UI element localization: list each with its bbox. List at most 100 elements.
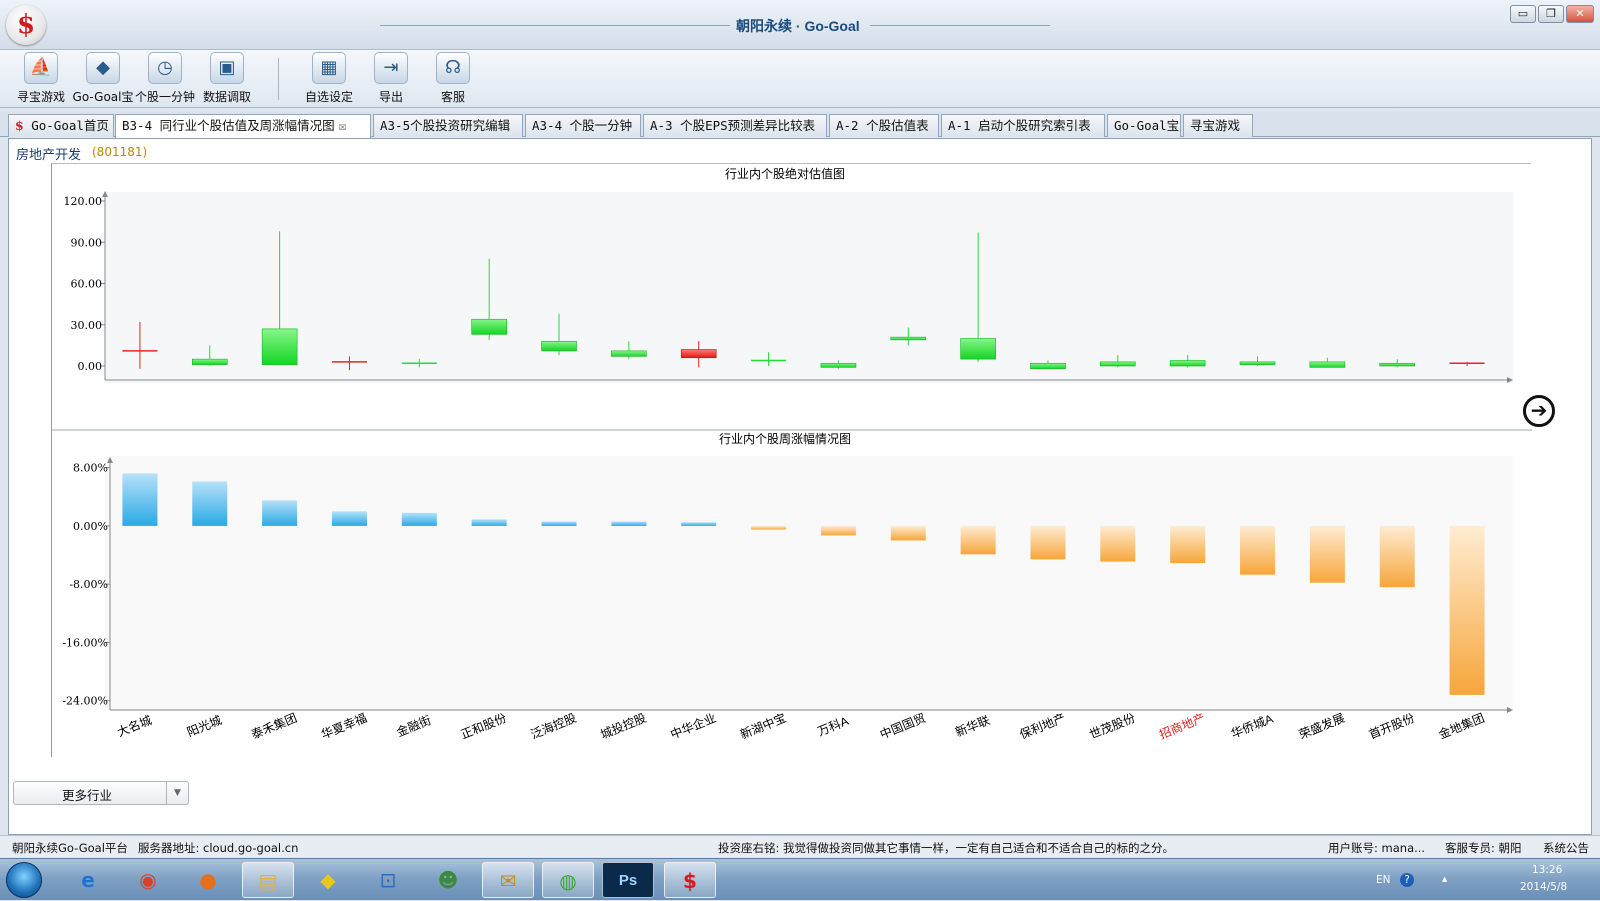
help-icon[interactable]: ? (1400, 873, 1414, 887)
weekly-change-bar (192, 481, 228, 526)
tool-gogoal-bao[interactable]: ◆ Go-Goal宝 (70, 52, 136, 105)
close-button[interactable]: ✕ (1566, 5, 1594, 23)
status-server: 服务器地址: cloud.go-goal.cn (138, 841, 299, 855)
title-divider-left (380, 25, 730, 26)
candle-body (611, 350, 647, 357)
weekly-y-tick-label: 0.00% (73, 520, 108, 533)
tab-investment-research-edit[interactable]: A3-5个股投资研究编辑 (373, 114, 523, 137)
close-tab-icon[interactable]: ☒ (339, 118, 347, 133)
clock-time[interactable]: 13:26 (1532, 864, 1562, 876)
weekly-category-label: 正和股份 (459, 711, 509, 742)
tab-label: A-2 个股估值表 (836, 118, 929, 133)
weekly-change-bar (681, 522, 717, 526)
treasure-icon: ⛵ (24, 52, 58, 84)
weekly-category-label: 城投控股 (598, 710, 648, 742)
tab-label: B3-4 同行业个股估值及周涨幅情况图 (122, 118, 335, 133)
weekly-y-tick-label: -8.00% (69, 578, 108, 591)
tab-industry-valuation[interactable]: B3-4 同行业个股估值及周涨幅情况图 ☒ (115, 114, 371, 138)
firefox-icon[interactable]: ● (182, 862, 234, 898)
candle-body (820, 362, 857, 368)
tray-expand-icon[interactable]: ▴ (1442, 873, 1447, 885)
sector-code: (801181) (92, 145, 148, 159)
weekly-category-label: 新湖中宝 (738, 710, 788, 742)
weekly-change-bar (1100, 525, 1136, 562)
tab-eps-forecast[interactable]: A-3 个股EPS预测差异比较表 (643, 114, 827, 137)
mail-icon[interactable]: ✉ (482, 862, 534, 898)
tab-gogoal-home[interactable]: $ Go-Goal首页 (8, 114, 114, 137)
explorer-icon[interactable]: ▤ (242, 862, 294, 898)
tab-label: Go-Goal首页 (31, 118, 109, 133)
tool-treasure-game[interactable]: ⛵ 寻宝游戏 (8, 52, 74, 105)
chevron-down-icon[interactable]: ▼ (166, 782, 188, 804)
tool-customer-service[interactable]: ☊ 客服 (420, 52, 486, 105)
tab-stock-minute[interactable]: A3-4 个股一分钟 (525, 114, 641, 137)
weekly-category-label: 中国国贸 (878, 710, 928, 742)
status-notice[interactable]: 系统公告 (1543, 840, 1589, 856)
candle-body (680, 349, 717, 359)
weekly-change-bar (890, 525, 926, 541)
weekly-category-label: 泰禾集团 (249, 710, 299, 742)
language-indicator[interactable]: EN (1376, 874, 1391, 886)
candle-body (1309, 361, 1346, 368)
weekly-category-label: 万科A (815, 714, 850, 739)
system-tray: EN ? ▴ 13:26 2014/5/8 (1370, 859, 1600, 901)
weekly-category-label: 中华企业 (668, 710, 718, 742)
tab-label: A3-4 个股一分钟 (532, 118, 633, 133)
status-service: 客服专员: 朝阳 (1445, 841, 1522, 855)
weekly-category-label: 华侨城A (1229, 712, 1275, 741)
minimize-button[interactable]: ▭ (1510, 5, 1536, 23)
tab-label: A3-5个股投资研究编辑 (380, 118, 511, 133)
status-user: 用户账号: mana... (1328, 841, 1426, 855)
content-panel: 房地产开发 (801181) 行业内个股绝对估值图 120.00 90.00 60.0… (8, 138, 1592, 835)
app-logo-icon[interactable]: $ (6, 5, 46, 45)
valuation-y-tick-label: 120.00 (64, 195, 103, 208)
tool-stock-minute[interactable]: ◷ 个股一分钟 (132, 52, 198, 105)
people-icon[interactable]: ☻ (422, 862, 474, 898)
restore-button[interactable]: ❐ (1538, 5, 1564, 23)
tool-label: 客服 (440, 90, 465, 104)
chrome-icon[interactable]: ◉ (122, 862, 174, 898)
ie-icon[interactable]: e (62, 862, 114, 898)
weekly-change-bar (960, 525, 996, 555)
valuation-y-tick-label: 60.00 (71, 278, 103, 291)
tool-data-fetch[interactable]: ▣ 数据调取 (194, 52, 260, 105)
clock-date[interactable]: 2014/5/8 (1520, 881, 1567, 893)
more-industry-dropdown[interactable]: 更多行业 ▼ (13, 781, 189, 805)
next-arrow-icon[interactable]: ➔ (1523, 395, 1555, 427)
weekly-change-bar (820, 525, 856, 536)
candle-body (1169, 360, 1206, 367)
tab-research-index[interactable]: A-1 启动个股研究索引表 (941, 114, 1105, 137)
tool-label: 导出 (378, 90, 403, 104)
camera-icon: ▣ (210, 52, 244, 84)
app-blue-icon[interactable]: ⊡ (362, 862, 414, 898)
candle-body (541, 340, 577, 352)
weekly-category-label: 荣盛发展 (1297, 710, 1347, 742)
weekly-change-bar (1379, 525, 1415, 588)
tab-label: 寻宝游戏 (1190, 118, 1241, 133)
valuation-y-tick-label: 0.00 (78, 360, 103, 373)
valuation-y-tick-label: 90.00 (71, 236, 103, 249)
weekly-category-label: 华夏幸福 (319, 710, 369, 742)
tab-gogoal-bao[interactable]: Go-Goal宝 (1107, 114, 1181, 137)
weekly-change-bar (122, 473, 158, 526)
weekly-change-bar (1449, 525, 1485, 695)
headset-icon: ☊ (436, 52, 470, 84)
more-industry-label: 更多行业 (62, 788, 113, 803)
tool-export[interactable]: ⇥ 导出 (358, 52, 424, 105)
ic-tester-icon[interactable]: ◆ (302, 862, 354, 898)
weekly-change-bar (401, 512, 437, 526)
browser-green-icon[interactable]: ◍ (542, 862, 594, 898)
tab-label: A-1 启动个股研究索引表 (948, 118, 1091, 133)
gogoal-app-icon[interactable]: $ (664, 862, 716, 898)
tab-valuation-table[interactable]: A-2 个股估值表 (829, 114, 939, 137)
weekly-change-bar (471, 519, 507, 526)
tab-treasure-game[interactable]: 寻宝游戏 (1183, 114, 1253, 137)
valuation-chart-title: 行业内个股绝对估值图 (725, 166, 845, 181)
weekly-plot-background (105, 456, 1513, 711)
photoshop-icon[interactable]: Ps (602, 862, 654, 898)
tool-watchlist-settings[interactable]: ▦ 自选设定 (296, 52, 362, 105)
start-button[interactable] (6, 862, 42, 898)
status-bar: 朝阳永续Go-Goal平台 服务器地址: cloud.go-goal.cn 投资… (0, 835, 1600, 857)
taskbar: e ◉ ● ▤ ◆ ⊡ ☻ ✉ ◍ Ps $ EN ? ▴ 13:26 2014… (0, 858, 1600, 900)
valuation-y-tick-label: 30.00 (71, 319, 103, 332)
